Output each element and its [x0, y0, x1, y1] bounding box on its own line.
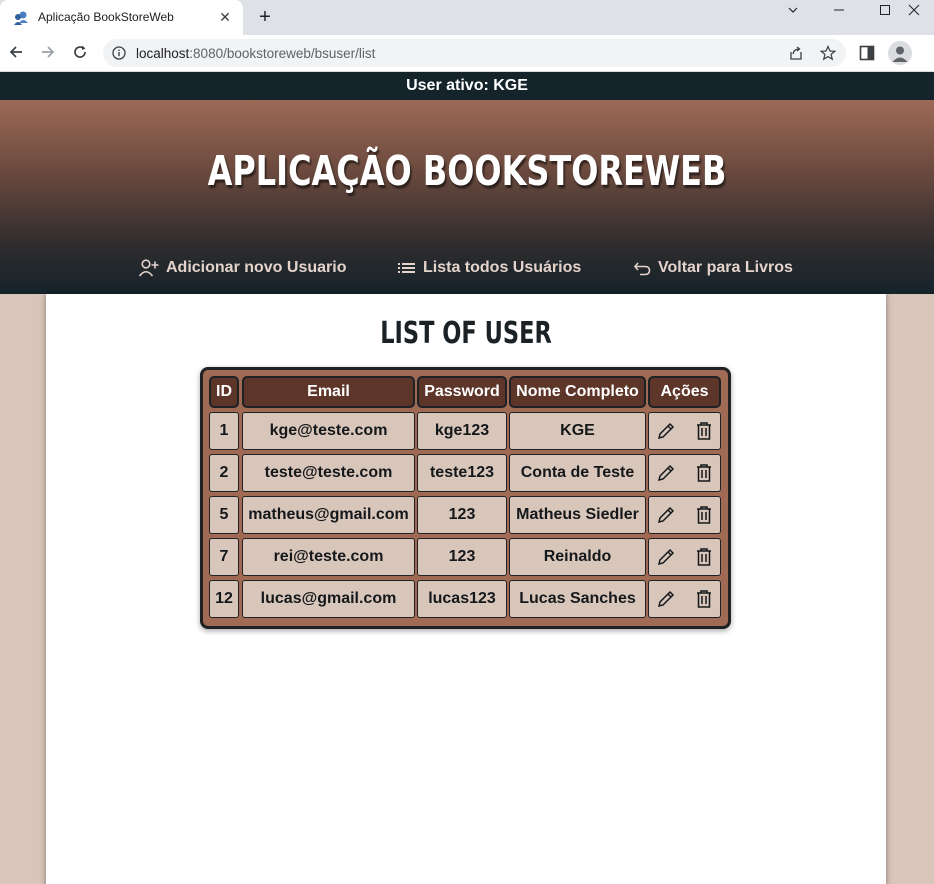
- site-info-icon[interactable]: [112, 46, 126, 60]
- table-cell-name: KGE: [509, 412, 646, 450]
- table-header-id: ID: [209, 376, 239, 408]
- main-nav: Adicionar novo Usuario Lista todos Usuár…: [0, 256, 934, 294]
- trash-icon[interactable]: [694, 547, 714, 567]
- profile-avatar-icon[interactable]: [888, 41, 912, 65]
- new-tab-icon[interactable]: +: [255, 7, 275, 27]
- table-cell-email: rei@teste.com: [242, 538, 415, 576]
- pencil-icon[interactable]: [656, 505, 676, 525]
- table-cell-password: 123: [417, 496, 507, 534]
- tab-title: Aplicação BookStoreWeb: [38, 10, 174, 24]
- table-header-name: Nome Completo: [509, 376, 646, 408]
- back-to-books-label: Voltar para Livros: [658, 259, 793, 276]
- app-favicon-icon: [14, 11, 28, 25]
- pencil-icon[interactable]: [656, 421, 676, 441]
- page-title: LIST OF USER: [380, 316, 552, 351]
- list-users-label: Lista todos Usuários: [423, 259, 582, 276]
- undo-arrow-icon: [633, 262, 651, 276]
- table-cell-id: 2: [209, 454, 239, 492]
- pencil-icon[interactable]: [656, 463, 676, 483]
- table-cell-actions: [648, 496, 721, 534]
- table-cell-name: Reinaldo: [509, 538, 646, 576]
- tab-search-chevron-icon[interactable]: [770, 0, 816, 20]
- browser-tabstrip: Aplicação BookStoreWeb ✕ +: [0, 0, 934, 35]
- side-panel-icon[interactable]: [858, 44, 876, 62]
- url-text: localhost:8080/bookstoreweb/bsuser/list: [136, 46, 376, 61]
- list-users-link[interactable]: Lista todos Usuários: [397, 256, 581, 280]
- address-bar[interactable]: localhost:8080/bookstoreweb/bsuser/list: [103, 39, 846, 67]
- close-tab-icon[interactable]: ✕: [218, 10, 232, 24]
- main-content: LIST OF USER ID Email Password Nome Comp…: [46, 294, 886, 884]
- trash-icon[interactable]: [694, 421, 714, 441]
- users-table: ID Email Password Nome Completo Ações 1 …: [200, 367, 731, 629]
- bookmark-star-icon[interactable]: [820, 45, 836, 61]
- table-cell-password: teste123: [417, 454, 507, 492]
- table-cell-id: 5: [209, 496, 239, 534]
- trash-icon[interactable]: [694, 463, 714, 483]
- browser-tab[interactable]: Aplicação BookStoreWeb ✕: [0, 0, 243, 35]
- table-cell-actions: [648, 538, 721, 576]
- table-cell-actions: [648, 580, 721, 618]
- app-header: APLICAÇÃO BOOKSTOREWEB Adicionar novo Us…: [0, 100, 934, 294]
- table-cell-id: 7: [209, 538, 239, 576]
- table-cell-actions: [648, 412, 721, 450]
- table-cell-name: Conta de Teste: [509, 454, 646, 492]
- add-user-link[interactable]: Adicionar novo Usuario: [138, 256, 346, 280]
- table-cell-password: lucas123: [417, 580, 507, 618]
- active-user-bar: User ativo: KGE: [0, 72, 934, 100]
- trash-icon[interactable]: [694, 505, 714, 525]
- browser-toolbar: localhost:8080/bookstoreweb/bsuser/list: [0, 35, 934, 72]
- table-header-email: Email: [242, 376, 415, 408]
- share-icon[interactable]: [788, 45, 804, 61]
- back-to-books-link[interactable]: Voltar para Livros: [633, 256, 793, 280]
- table-cell-name: Matheus Siedler: [509, 496, 646, 534]
- page-viewport: User ativo: KGE APLICAÇÃO BOOKSTOREWEB A…: [0, 72, 934, 884]
- table-cell-email: teste@teste.com: [242, 454, 415, 492]
- add-user-label: Adicionar novo Usuario: [166, 259, 347, 276]
- reload-icon[interactable]: [69, 41, 91, 63]
- table-cell-password: 123: [417, 538, 507, 576]
- app-title: APLICAÇÃO BOOKSTOREWEB: [207, 147, 727, 195]
- table-cell-id: 12: [209, 580, 239, 618]
- add-user-icon: [138, 259, 159, 277]
- forward-arrow-icon[interactable]: [37, 41, 59, 63]
- list-icon: [398, 263, 415, 273]
- close-window-icon[interactable]: [908, 0, 934, 20]
- table-cell-email: lucas@gmail.com: [242, 580, 415, 618]
- table-cell-actions: [648, 454, 721, 492]
- table-cell-password: kge123: [417, 412, 507, 450]
- table-cell-id: 1: [209, 412, 239, 450]
- pencil-icon[interactable]: [656, 589, 676, 609]
- pencil-icon[interactable]: [656, 547, 676, 567]
- table-cell-email: matheus@gmail.com: [242, 496, 415, 534]
- table-header-password: Password: [417, 376, 507, 408]
- maximize-icon[interactable]: [862, 0, 908, 20]
- table-header-actions: Ações: [648, 376, 721, 408]
- back-arrow-icon[interactable]: [5, 41, 27, 63]
- trash-icon[interactable]: [694, 589, 714, 609]
- minimize-icon[interactable]: [816, 0, 862, 20]
- table-cell-email: kge@teste.com: [242, 412, 415, 450]
- table-cell-name: Lucas Sanches: [509, 580, 646, 618]
